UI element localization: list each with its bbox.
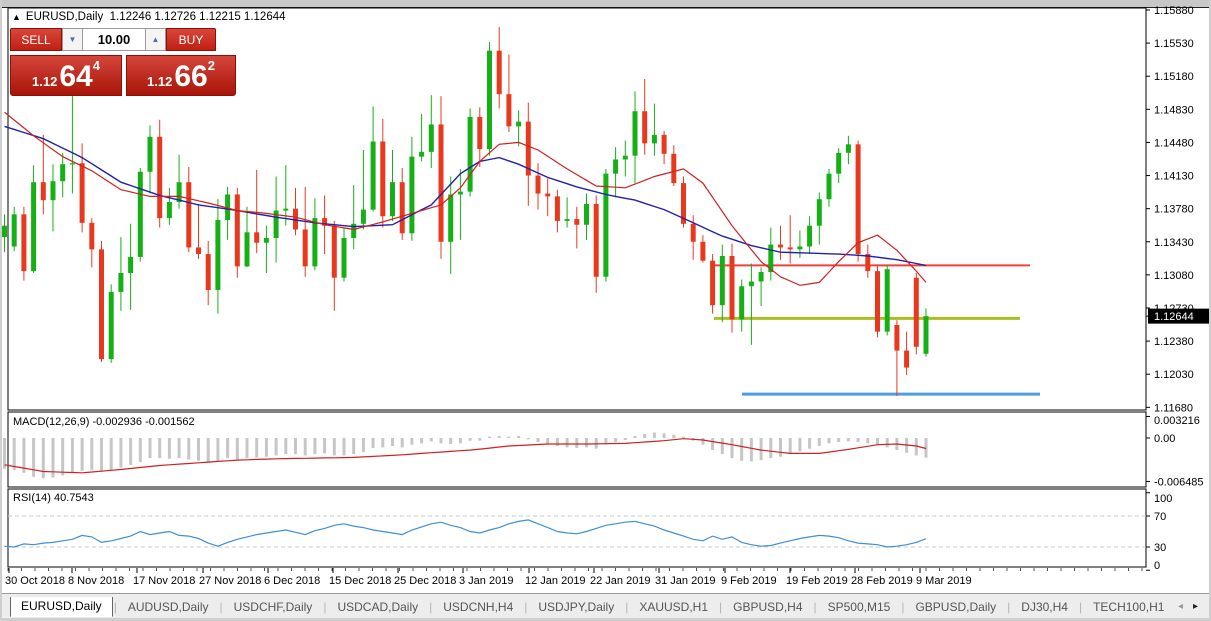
svg-text:1.15180: 1.15180 [1154,71,1194,83]
svg-text:1.13080: 1.13080 [1154,270,1194,282]
chart-tabs: EURUSD,Daily|AUDUSD,Daily|USDCHF,Daily|U… [10,597,1173,617]
svg-text:70: 70 [1154,511,1166,523]
symbol-title: ▲ EURUSD,Daily 1.12246 1.12726 1.12215 1.… [12,11,286,23]
sell-price-pip: 4 [93,58,100,73]
svg-text:8 Nov 2018: 8 Nov 2018 [68,575,124,587]
svg-text:1.13430: 1.13430 [1154,237,1194,249]
chart-tab-usdjpy-daily[interactable]: USDJPY,Daily [528,597,624,617]
svg-text:22 Jan 2019: 22 Jan 2019 [590,575,651,587]
svg-text:1.12030: 1.12030 [1154,369,1194,381]
buy-price-button[interactable]: 1.12 66 2 [126,55,236,96]
svg-text:17 Nov 2018: 17 Nov 2018 [133,575,195,587]
svg-text:1.12380: 1.12380 [1154,336,1194,348]
chart-tab-sp500-m15[interactable]: SP500,M15 [818,597,901,617]
svg-text:-0.006485: -0.006485 [1154,476,1204,488]
svg-text:25 Dec 2018: 25 Dec 2018 [394,575,456,587]
date-axis: 30 Oct 20188 Nov 2018 17 Nov 2018 27 Nov 2… [5,568,1142,587]
svg-text:3 Jan 2019: 3 Jan 2019 [459,575,513,587]
symbol-name: EURUSD,Daily [26,11,103,23]
buy-price-prefix: 1.12 [147,74,172,89]
sell-price-big: 64 [59,62,92,92]
chart-tab-xauusd-h1[interactable]: XAUUSD,H1 [629,597,718,617]
chart-tab-gbpusd-daily[interactable]: GBPUSD,Daily [905,597,1006,617]
svg-text:1.15880: 1.15880 [1154,5,1194,17]
svg-text:9 Mar 2019: 9 Mar 2019 [916,575,972,587]
tab-scroll-right-icon[interactable]: ▸ [1188,599,1203,614]
one-click-trade-panel: SELL ▼ 10.00 ▲ BUY 1.12 64 4 1.12 66 2 [10,28,240,96]
chart-tab-eurusd-daily[interactable]: EURUSD,Daily [10,597,113,617]
svg-text:100: 100 [1154,493,1172,505]
chart-tab-usdchf-daily[interactable]: USDCHF,Daily [224,597,323,617]
chart-tab-bar: EURUSD,Daily|AUDUSD,Daily|USDCHF,Daily|U… [2,593,1209,619]
chart-tab-tech100-h1[interactable]: TECH100,H1 [1083,597,1173,617]
volume-decrease-button[interactable]: ▼ [62,28,83,51]
chart-tab-usdcad-daily[interactable]: USDCAD,Daily [327,597,428,617]
buy-price-big: 66 [174,62,207,92]
svg-text:0.00: 0.00 [1154,433,1175,445]
svg-text:27 Nov 2018: 27 Nov 2018 [199,575,261,587]
volume-increase-button[interactable]: ▲ [145,28,166,51]
sell-price-prefix: 1.12 [32,74,57,89]
svg-text:1.14480: 1.14480 [1154,137,1194,149]
chart-tab-dj30-h4[interactable]: DJ30,H4 [1011,597,1078,617]
svg-text:15 Dec 2018: 15 Dec 2018 [329,575,391,587]
chart-window: 1.15880 1.15530 1.15180 1.14830 1.14480 1.141… [0,0,1211,621]
collapse-triangle-icon[interactable]: ▲ [12,12,21,22]
svg-text:6 Dec 2018: 6 Dec 2018 [264,575,320,587]
svg-text:12 Jan 2019: 12 Jan 2019 [525,575,586,587]
tab-scroll-left-icon[interactable]: ◂ [1173,599,1188,614]
rsi-indicator-label: RSI(14) 40.7543 [13,492,94,504]
svg-text:1.14130: 1.14130 [1154,171,1194,183]
svg-text:0: 0 [1154,560,1160,572]
chart-tab-audusd-daily[interactable]: AUDUSD,Daily [118,597,219,617]
buy-button[interactable]: BUY [166,28,216,51]
volume-input[interactable]: 10.00 [83,28,145,51]
symbol-ohlc-values: 1.12246 1.12726 1.12215 1.12644 [110,11,286,23]
svg-text:19 Feb 2019: 19 Feb 2019 [786,575,848,587]
macd-indicator-label: MACD(12,26,9) -0.002936 -0.001562 [13,416,195,428]
sell-price-button[interactable]: 1.12 64 4 [10,55,122,96]
svg-text:0.003216: 0.003216 [1154,415,1200,427]
price-axis: 1.15880 1.15530 1.15180 1.14830 1.14480 1.141… [1146,5,1194,414]
chart-tab-usdcnh-h4[interactable]: USDCNH,H4 [433,597,523,617]
svg-text:1.11680: 1.11680 [1154,402,1193,414]
svg-text:1.12644: 1.12644 [1154,311,1194,323]
svg-text:31 Jan 2019: 31 Jan 2019 [655,575,716,587]
buy-price-pip: 2 [208,58,215,73]
chart-tab-gbpusd-h4[interactable]: GBPUSD,H4 [723,597,812,617]
svg-text:30 Oct 2018: 30 Oct 2018 [5,575,65,587]
svg-text:30: 30 [1154,542,1166,554]
svg-text:1.13780: 1.13780 [1154,204,1194,216]
tab-scroll-arrows: ◂ ▸ [1173,599,1203,614]
svg-text:9 Feb 2019: 9 Feb 2019 [721,575,777,587]
svg-text:28 Feb 2019: 28 Feb 2019 [851,575,913,587]
current-price-tag: 1.12644 [1146,309,1210,324]
svg-text:1.14830: 1.14830 [1154,104,1194,116]
sell-button[interactable]: SELL [10,28,62,51]
svg-text:1.15530: 1.15530 [1154,38,1194,50]
